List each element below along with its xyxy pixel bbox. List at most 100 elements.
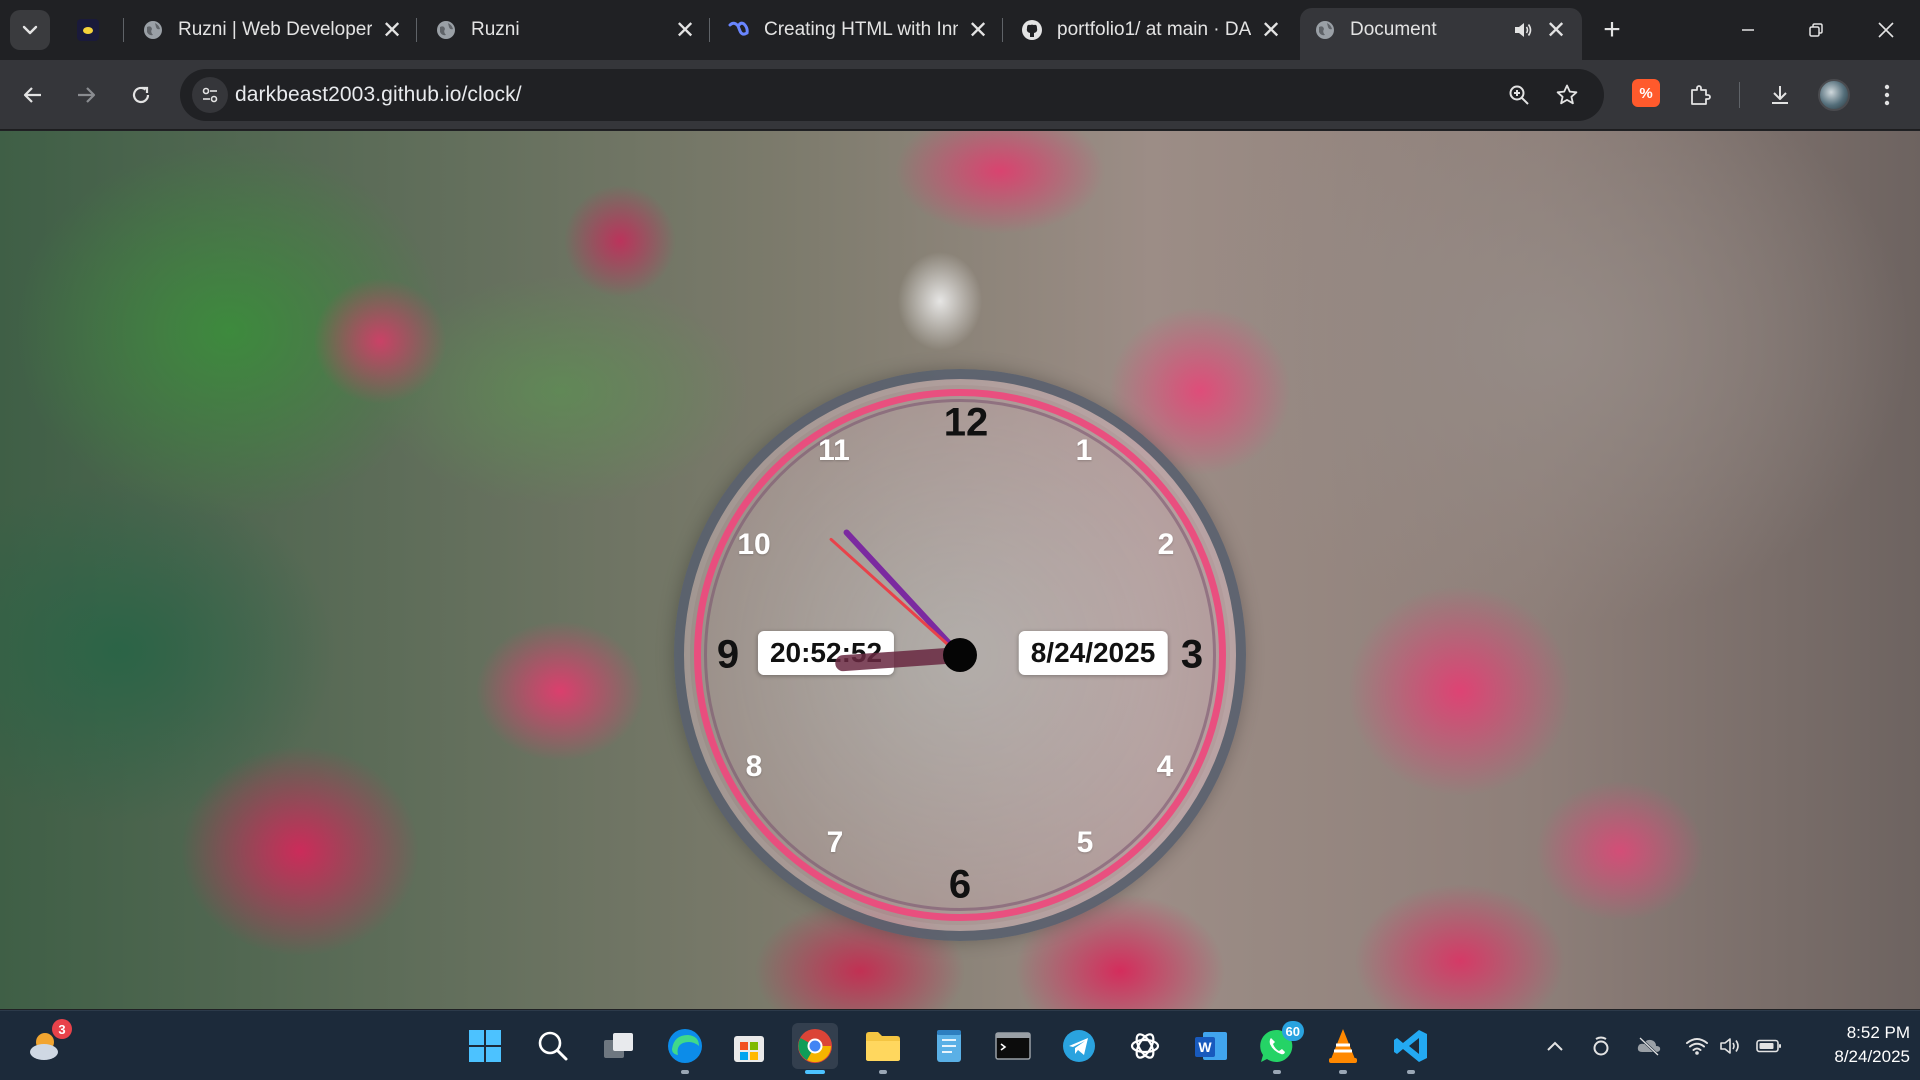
tab-search-button[interactable]: [10, 10, 50, 50]
minimize-icon: [1742, 29, 1754, 31]
chrome-icon: [798, 1029, 832, 1063]
back-button[interactable]: [13, 75, 53, 115]
clock-numeral-12: 12: [943, 400, 989, 445]
onedrive-offline-icon[interactable]: [1636, 1033, 1662, 1059]
tab-document-active[interactable]: Document ✕: [1300, 8, 1582, 60]
windows-taskbar: 3 W 60 8:52 PM 8/24/2025: [0, 1010, 1920, 1080]
close-icon: [1878, 22, 1894, 38]
tab-portfolio-github[interactable]: portfolio1/ at main · DA ✕: [1007, 8, 1297, 52]
audio-playing-icon[interactable]: [1510, 18, 1536, 42]
windows-start-icon: [469, 1030, 501, 1062]
downloads-button[interactable]: [1760, 75, 1800, 115]
tab-creating-html[interactable]: Creating HTML with Inn ✕: [714, 8, 1004, 52]
system-date: 8/24/2025: [1834, 1047, 1910, 1066]
battery-icon[interactable]: [1756, 1033, 1782, 1059]
close-tab-icon[interactable]: ✕: [966, 17, 990, 44]
copilot-icon: [728, 19, 750, 41]
crescent-logo-icon: [77, 19, 99, 41]
tune-icon: [202, 87, 218, 103]
edge-icon: [668, 1029, 702, 1063]
page-viewport: 12 1 2 3 4 5 6 7 8 9 10 11 20:52:52 8/24…: [0, 131, 1920, 1009]
pinned-tab[interactable]: [70, 14, 106, 46]
toolbar-divider: [1739, 82, 1740, 108]
telegram-app[interactable]: [1056, 1023, 1102, 1069]
start-button[interactable]: [462, 1023, 508, 1069]
chatgpt-app[interactable]: [1122, 1023, 1168, 1069]
close-window-button[interactable]: [1858, 8, 1914, 52]
store-app[interactable]: [726, 1023, 772, 1069]
taskbar-search-button[interactable]: [530, 1023, 576, 1069]
clock-numeral-5: 5: [1076, 826, 1094, 859]
close-tab-icon[interactable]: ✕: [380, 17, 404, 44]
terminal-app[interactable]: [990, 1023, 1036, 1069]
copilot-tray-icon[interactable]: [1588, 1033, 1614, 1059]
new-tab-button[interactable]: +: [1594, 12, 1630, 48]
zoom-icon[interactable]: [1506, 82, 1532, 108]
clock-numeral-3: 3: [1180, 632, 1204, 677]
notepad-app[interactable]: [926, 1023, 972, 1069]
running-indicator: [681, 1070, 689, 1074]
url-text[interactable]: darkbeast2003.github.io/clock/: [235, 83, 522, 107]
task-view-icon: [604, 1033, 633, 1058]
volume-icon[interactable]: [1718, 1033, 1744, 1059]
close-tab-icon[interactable]: ✕: [673, 17, 697, 44]
globe-icon: [435, 19, 457, 41]
tab-separator: [1002, 18, 1003, 42]
close-tab-icon[interactable]: ✕: [1259, 17, 1283, 44]
whatsapp-app[interactable]: 60: [1254, 1021, 1304, 1074]
address-bar[interactable]: darkbeast2003.github.io/clock/: [180, 69, 1604, 121]
tab-title: Ruzni: [471, 19, 520, 40]
site-info-button[interactable]: [192, 77, 228, 113]
restore-icon: [1809, 23, 1823, 37]
clock-numeral-4: 4: [1156, 750, 1174, 783]
wifi-icon[interactable]: [1684, 1033, 1710, 1059]
bookmark-star-icon[interactable]: [1554, 82, 1580, 108]
arrow-right-icon: [78, 87, 96, 103]
system-clock[interactable]: 8:52 PM 8/24/2025: [1790, 1021, 1910, 1069]
clock-numeral-8: 8: [745, 750, 763, 783]
chevron-down-icon: [22, 25, 38, 35]
vscode-app[interactable]: [1388, 1023, 1434, 1074]
tab-title: Document: [1350, 19, 1437, 40]
chrome-app[interactable]: [792, 1023, 838, 1074]
close-tab-icon[interactable]: ✕: [1544, 17, 1568, 44]
tab-title: portfolio1/ at main · DA: [1057, 19, 1251, 40]
edge-app[interactable]: [662, 1023, 708, 1074]
running-indicator: [1339, 1070, 1347, 1074]
show-hidden-icons-chevron-up-icon[interactable]: [1542, 1033, 1568, 1059]
tab-ruzni-web-developer[interactable]: Ruzni | Web Developer ✕: [128, 8, 418, 52]
menu-button[interactable]: [1867, 75, 1907, 115]
clock-numeral-10: 10: [737, 528, 771, 561]
tab-separator: [416, 18, 417, 42]
vlc-app[interactable]: [1320, 1023, 1366, 1074]
tab-title: Creating HTML with Inn: [764, 19, 958, 40]
reload-button[interactable]: [121, 75, 161, 115]
task-view-button[interactable]: [596, 1023, 642, 1069]
arrow-left-icon: [23, 87, 41, 103]
tab-title: Ruzni | Web Developer: [178, 19, 372, 40]
extensions-button[interactable]: [1680, 75, 1720, 115]
minimize-button[interactable]: [1720, 8, 1776, 52]
file-explorer-icon: [866, 1032, 900, 1061]
extension-zap-icon[interactable]: %: [1632, 79, 1660, 107]
clock-numeral-6: 6: [948, 862, 972, 907]
running-indicator: [805, 1070, 825, 1074]
puzzle-icon: [1691, 85, 1711, 105]
forward-button[interactable]: [66, 75, 106, 115]
file-explorer-app[interactable]: [860, 1023, 906, 1074]
vlc-icon: [1329, 1029, 1357, 1063]
word-app[interactable]: W: [1188, 1023, 1234, 1069]
profile-avatar[interactable]: [1818, 79, 1850, 111]
notepad-icon: [937, 1030, 961, 1062]
tab-separator: [123, 18, 124, 42]
date-readout: 8/24/2025: [1018, 631, 1168, 675]
weather-widget[interactable]: 3: [24, 1019, 72, 1069]
chatgpt-icon: [1130, 1033, 1160, 1059]
running-indicator: [1273, 1070, 1281, 1074]
whatsapp-unread-badge: 60: [1281, 1021, 1304, 1041]
browser-toolbar: darkbeast2003.github.io/clock/ %: [0, 60, 1920, 130]
github-icon: [1021, 19, 1043, 41]
kebab-menu-icon: [1884, 84, 1890, 106]
tab-ruzni[interactable]: Ruzni ✕: [421, 8, 711, 52]
restore-button[interactable]: [1788, 8, 1844, 52]
